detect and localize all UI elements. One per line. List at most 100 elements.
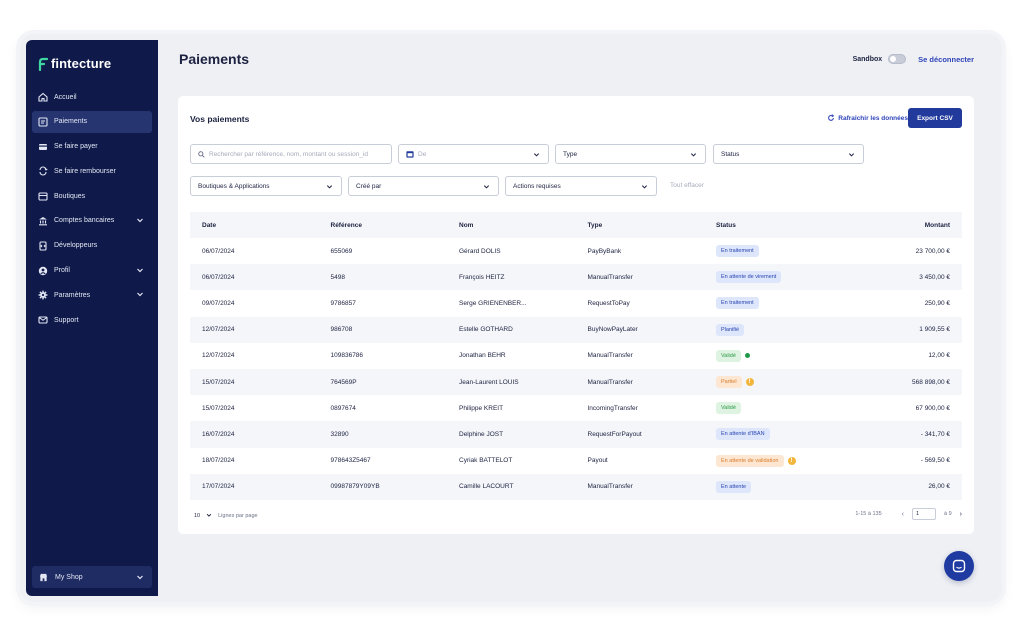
table-row[interactable]: 09/07/2024 9786857 Serge GRIENENBER... Requ… (190, 290, 962, 316)
date-placeholder: De (418, 150, 427, 158)
status-dot-icon (744, 353, 750, 359)
cell-montant: 1 909,55 € (919, 326, 950, 334)
sidebar-item-label: Support (54, 316, 79, 324)
total-pages: à 9 (944, 511, 952, 517)
sandbox-label: Sandbox (852, 55, 883, 63)
sidebar-item-label: Comptes bancaires (54, 217, 115, 225)
cell-montant: - 569,50 € (920, 457, 950, 465)
table-row[interactable]: 15/07/2024 764569P Jean-Laurent LOUIS Manua… (190, 368, 962, 396)
table-row[interactable]: 12/07/2024 109836786 Jonathan BEHR ManualTr… (190, 343, 962, 369)
chevron-down-icon (483, 183, 490, 190)
table-row[interactable]: 18/07/2024 978643Z5467 Cyriak BATTELOT Payo… (190, 448, 962, 474)
type-select[interactable]: Type (555, 144, 706, 164)
table-row[interactable]: 17/07/2024 09987879Y09YB Camille LACOURT Ma… (190, 473, 962, 500)
chat-icon (952, 559, 966, 573)
refresh-button[interactable]: Rafraîchir les données (827, 114, 908, 122)
status-badge: En attente (716, 480, 752, 493)
cell-status: Validé (704, 349, 844, 362)
home-icon (38, 92, 48, 102)
next-page-button[interactable]: › (960, 511, 962, 518)
sidebar-item-label: Profil (54, 267, 70, 275)
rows-per-page-label: Lignes par page (218, 513, 258, 519)
shop-selector[interactable]: My Shop (32, 566, 152, 588)
boutiques-select[interactable]: Boutiques & Applications (190, 176, 342, 196)
sidebar-item-profil[interactable]: Profil (32, 260, 152, 282)
table-row[interactable]: 16/07/2024 32890 Delphine JOST RequestForPa… (190, 421, 962, 448)
sidebar-item-comptes-bancaires[interactable]: Comptes bancaires (32, 210, 152, 232)
cell-date: 12/07/2024 (202, 326, 235, 334)
cell-date: 17/07/2024 (202, 483, 235, 491)
actions-select-label: Actions requises (513, 182, 561, 190)
status-badge: En attente de validation (716, 454, 784, 467)
sidebar-item-se-faire-payer[interactable]: Se faire payer (32, 136, 152, 158)
status-badge: Partiel (716, 376, 742, 389)
status-badge: En traitement (716, 297, 759, 310)
sidebar-item-support[interactable]: Support (32, 309, 152, 331)
cell-reference: 32890 (330, 430, 349, 438)
table-row[interactable]: 06/07/2024 5498 François HEITZ ManualTransf… (190, 264, 962, 291)
brand-name: fintecture (51, 56, 112, 71)
cell-montant: 12,00 € (928, 352, 950, 360)
cell-type: Payout (587, 457, 608, 465)
status-badge: Validé (716, 402, 741, 415)
chat-button[interactable] (944, 551, 974, 581)
cell-status: En traitement (704, 297, 844, 310)
mail-icon (38, 315, 48, 325)
sidebar-item-se-faire-rembourser[interactable]: Se faire rembourser (32, 160, 152, 182)
sidebar: fintecture Accueil Paiements Se faire paye… (26, 40, 158, 596)
cell-status: En attente (704, 480, 844, 493)
column-header-type[interactable]: Type (576, 222, 705, 229)
export-csv-button[interactable]: Export CSV (908, 108, 962, 128)
status-badge: En traitement (716, 245, 759, 258)
cell-reference: 978643Z5467 (330, 457, 371, 465)
sidebar-item-label: Paiements (54, 118, 88, 126)
logout-link[interactable]: Se déconnecter (918, 55, 974, 64)
search-icon (198, 150, 205, 158)
prev-page-button[interactable]: ‹ (902, 511, 904, 518)
column-header-montant[interactable]: Montant (844, 222, 962, 229)
table-row[interactable]: 12/07/2024 986708 Estelle GOTHARD BuyNowPay… (190, 316, 962, 343)
column-header-nom[interactable]: Nom (447, 222, 576, 229)
column-header-status[interactable]: Status (704, 222, 844, 229)
cell-nom: Philippe KREIT (459, 404, 504, 412)
calendar-icon (406, 150, 414, 158)
sidebar-item-boutiques[interactable]: Boutiques (32, 185, 152, 207)
cree-par-select[interactable]: Créé par (348, 176, 499, 196)
cell-montant: 250,90 € (924, 299, 950, 307)
sidebar-item-paiements[interactable]: Paiements (32, 110, 152, 133)
column-header-date[interactable]: Date (190, 222, 319, 229)
date-picker[interactable]: De (398, 144, 549, 164)
brand-logo[interactable]: fintecture (38, 56, 111, 71)
table-row[interactable]: 15/07/2024 0897674 Philippe KREIT IncomingT… (190, 395, 962, 421)
cell-date: 15/07/2024 (202, 378, 235, 386)
cell-montant: 67 900,00 € (915, 404, 950, 412)
bank-icon (38, 216, 48, 226)
rows-per-page-value: 10 (194, 513, 201, 519)
developer-icon (38, 241, 48, 251)
sidebar-item-parametres[interactable]: Paramètres (32, 284, 152, 306)
sandbox-toggle[interactable] (888, 54, 907, 64)
sidebar-nav: Accueil Paiements Se faire payer Se faire r… (32, 86, 152, 334)
page-number-input[interactable]: 1 (912, 508, 936, 520)
clear-filters-button[interactable]: Tout effacer (670, 182, 704, 189)
sidebar-item-accueil[interactable]: Accueil (32, 86, 152, 108)
cell-nom: Jean-Laurent LOUIS (459, 378, 519, 386)
column-header-reference[interactable]: Référence (319, 222, 448, 229)
sidebar-item-label: Se faire rembourser (54, 167, 116, 175)
cell-nom: Gérard DOLIS (459, 247, 501, 255)
cell-type: ManualTransfer (587, 378, 633, 386)
sidebar-item-developpeurs[interactable]: Développeurs (32, 235, 152, 257)
status-select[interactable]: Status (713, 144, 864, 164)
cell-type: ManualTransfer (587, 273, 633, 281)
table-row[interactable]: 06/07/2024 655069 Gérard DOLIS PayByBank En … (190, 238, 962, 264)
rows-per-page[interactable]: 10 Lignes par page (194, 512, 258, 520)
search-input[interactable]: Rechercher par référence, nom, montant o… (190, 144, 392, 164)
cell-montant: 26,00 € (928, 483, 950, 491)
cell-status: En attente de virement (704, 271, 844, 284)
status-badge: Planifié (716, 323, 745, 336)
cell-status: En traitement (704, 245, 844, 258)
cell-status: Partiel! (704, 376, 844, 389)
actions-select[interactable]: Actions requises (505, 176, 657, 196)
chevron-down-icon (848, 151, 855, 158)
sidebar-item-label: Se faire payer (54, 143, 98, 151)
